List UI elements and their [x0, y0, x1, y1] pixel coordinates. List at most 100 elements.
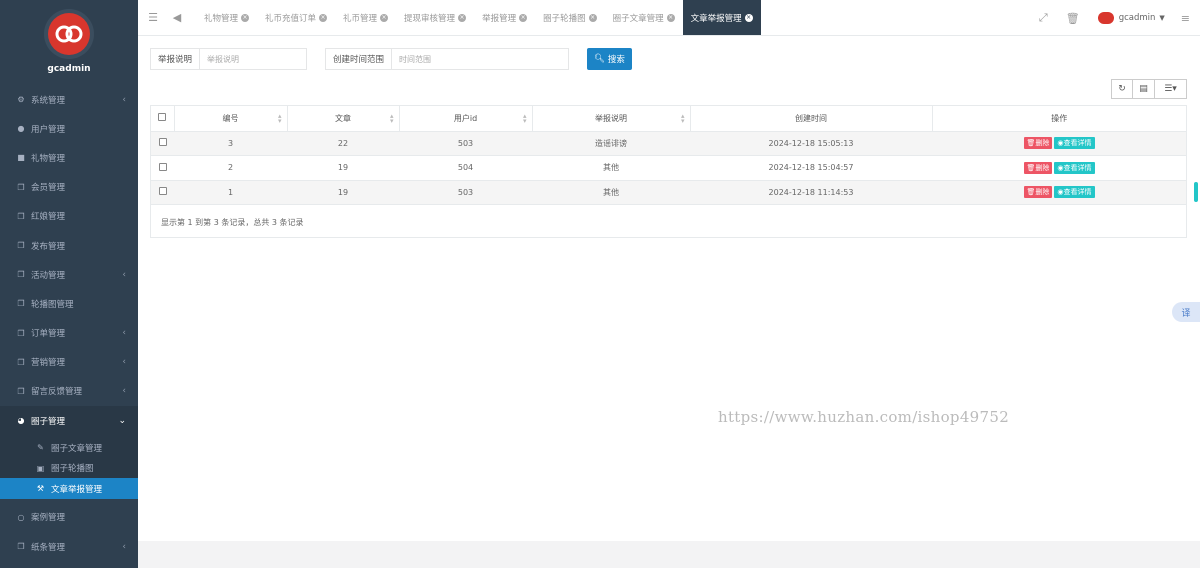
sidebar-item-carousel[interactable]: ❐ 轮播图管理	[0, 289, 138, 318]
pie-chart-icon: ◕	[17, 416, 25, 426]
sidebar-item-notes[interactable]: ❐ 纸条管理 ‹	[0, 532, 138, 561]
gavel-icon: ⚒	[36, 484, 45, 493]
tab-reports[interactable]: 举报管理 ×	[474, 0, 535, 35]
cell-article: 19	[287, 155, 399, 181]
tab-withdraw-review[interactable]: 提现审核管理 ×	[396, 0, 474, 35]
footer-bar	[138, 541, 1200, 568]
chevron-down-icon: ⌄	[118, 415, 126, 426]
tab-bar: ☰ ◀ 礼物管理 × 礼币充值订单 × 礼币管理 × 提现审核管理 × 举报管理 × 圈子…	[138, 0, 1200, 36]
row-checkbox[interactable]	[158, 162, 167, 171]
date-range-input[interactable]	[392, 49, 569, 69]
sidebar-subitem-article-reports[interactable]: ⚒ 文章举报管理	[0, 478, 138, 499]
menu-icon[interactable]: ≡	[1181, 12, 1190, 25]
scroll-indicator[interactable]	[1194, 182, 1198, 202]
brand-logo	[44, 9, 94, 59]
report-reason-label: 举报说明	[151, 49, 201, 69]
trash-icon: 🗑	[1026, 163, 1036, 172]
cell-id: 3	[174, 131, 287, 156]
copy-icon: ❐	[17, 270, 25, 280]
cell-id: 2	[174, 155, 287, 181]
copy-icon: ❐	[17, 328, 25, 338]
chevron-left-icon: ‹	[122, 541, 126, 552]
cell-article: 19	[287, 180, 399, 205]
tab-coins[interactable]: 礼币管理 ×	[335, 0, 396, 35]
sidebar-item-marketing[interactable]: ❐ 营销管理 ‹	[0, 348, 138, 377]
tabs-scroll-left-icon[interactable]: ◀	[168, 0, 186, 35]
delete-button[interactable]: 🗑 删除	[1023, 137, 1053, 150]
close-icon[interactable]: ×	[319, 13, 328, 22]
col-id[interactable]: 编号 ▴ ▾	[174, 106, 288, 132]
chevron-left-icon: ‹	[122, 269, 126, 280]
sidebar-item-users[interactable]: ● 用户管理	[0, 114, 138, 143]
columns-button[interactable]: ☰▾	[1155, 79, 1187, 99]
tab-circle-articles[interactable]: 圈子文章管理 ×	[605, 0, 683, 35]
copy-icon: ❐	[17, 542, 25, 552]
toggle-view-button[interactable]: ▤	[1133, 79, 1155, 99]
trash-icon[interactable]: 🗑	[1066, 12, 1080, 25]
col-reason[interactable]: 举报说明 ▴ ▾	[532, 106, 691, 132]
sidebar-item-publish[interactable]: ❐ 发布管理	[0, 231, 138, 260]
cell-user-id: 503	[399, 180, 532, 205]
select-all-checkbox[interactable]	[158, 113, 167, 122]
close-icon[interactable]: ×	[744, 13, 753, 22]
view-details-button[interactable]: ◉ 查看详情	[1054, 186, 1095, 199]
caret-down-icon[interactable]: ▼	[1159, 14, 1164, 22]
sidebar-subitem-circle-articles[interactable]: ✎ 圈子文章管理	[0, 437, 138, 458]
sidebar-item-cases[interactable]: ○ 案例管理	[0, 503, 138, 532]
trash-icon: 🗑	[1026, 139, 1036, 148]
circle-submenu: ✎ 圈子文章管理 ▣ 圈子轮播图 ⚒ 文章举报管理	[0, 435, 138, 499]
close-icon[interactable]: ×	[588, 13, 597, 22]
translate-button[interactable]: 译	[1172, 302, 1200, 322]
user-name[interactable]: gcadmin	[1119, 13, 1156, 23]
sidebar-item-system[interactable]: ⚙ 系统管理 ‹	[0, 85, 138, 114]
col-actions: 操作	[932, 106, 1186, 132]
menu-toggle-icon[interactable]: ☰	[144, 0, 162, 35]
view-details-button[interactable]: ◉ 查看详情	[1054, 137, 1095, 150]
table-header-row: 编号 ▴ ▾ 文章 ▴ ▾ 用户id ▴ ▾ 举报说明 ▴ ▾ 创建时间 操作	[151, 106, 1186, 132]
tab-article-reports[interactable]: 文章举报管理 ×	[682, 0, 761, 35]
avatar[interactable]	[1097, 12, 1114, 24]
sort-icon: ▴ ▾	[522, 112, 527, 125]
cell-actions: 🗑 删除 ◉ 查看详情	[932, 131, 1186, 156]
reports-table: 编号 ▴ ▾ 文章 ▴ ▾ 用户id ▴ ▾ 举报说明 ▴ ▾ 创建时间 操作 3 22 503…	[150, 105, 1187, 238]
col-article[interactable]: 文章 ▴ ▾	[287, 106, 400, 132]
report-reason-input[interactable]	[200, 49, 307, 69]
view-details-button[interactable]: ◉ 查看详情	[1054, 161, 1095, 174]
cell-id: 1	[174, 180, 287, 205]
sidebar-item-matchmakers[interactable]: ❐ 红娘管理	[0, 202, 138, 231]
close-icon[interactable]: ×	[519, 13, 528, 22]
refresh-button[interactable]: ↻	[1111, 79, 1133, 99]
table-row: 2 19 504 其他 2024-12-18 15:04:57 🗑 删除 ◉ 查看详情	[151, 155, 1186, 181]
sidebar-item-circle[interactable]: ◕ 圈子管理 ⌄	[0, 406, 138, 436]
sidebar-item-activities[interactable]: ❐ 活动管理 ‹	[0, 260, 138, 289]
col-user-id[interactable]: 用户id ▴ ▾	[399, 106, 533, 132]
row-checkbox[interactable]	[158, 187, 167, 196]
search-button[interactable]: 🔍︎ 搜索	[587, 48, 632, 70]
sidebar-item-members[interactable]: ❐ 会员管理	[0, 173, 138, 202]
close-icon[interactable]: ×	[666, 13, 675, 22]
copy-icon: ❐	[17, 182, 25, 192]
tab-gifts[interactable]: 礼物管理 ×	[196, 0, 257, 35]
table-icon: ▤	[1139, 84, 1148, 94]
pagination-summary: 显示第 1 到第 3 条记录，总共 3 条记录	[161, 218, 304, 227]
close-icon[interactable]: ×	[380, 13, 389, 22]
col-created[interactable]: 创建时间	[690, 106, 933, 132]
fullscreen-icon[interactable]: ⤢	[1039, 11, 1048, 25]
close-icon[interactable]: ×	[458, 13, 467, 22]
sidebar-subitem-circle-carousel[interactable]: ▣ 圈子轮播图	[0, 458, 138, 479]
edit-icon: ✎	[37, 443, 44, 452]
chevron-left-icon: ‹	[122, 357, 126, 368]
close-icon[interactable]: ×	[241, 13, 250, 22]
tab-circle-carousel[interactable]: 圈子轮播图 ×	[535, 0, 605, 35]
copy-icon: ❐	[17, 386, 25, 396]
refresh-icon: ↻	[1118, 84, 1126, 94]
tab-coin-orders[interactable]: 礼币充值订单 ×	[257, 0, 335, 35]
delete-button[interactable]: 🗑 删除	[1023, 186, 1053, 199]
sidebar-item-gifts[interactable]: ■ 礼物管理	[0, 143, 138, 172]
sidebar-item-feedback[interactable]: ❐ 留言反馈管理 ‹	[0, 377, 138, 406]
sidebar-item-orders[interactable]: ❐ 订单管理 ‹	[0, 319, 138, 348]
cell-article: 22	[287, 131, 399, 156]
cell-user-id: 504	[399, 155, 532, 181]
row-checkbox[interactable]	[158, 138, 167, 147]
delete-button[interactable]: 🗑 删除	[1023, 161, 1053, 174]
